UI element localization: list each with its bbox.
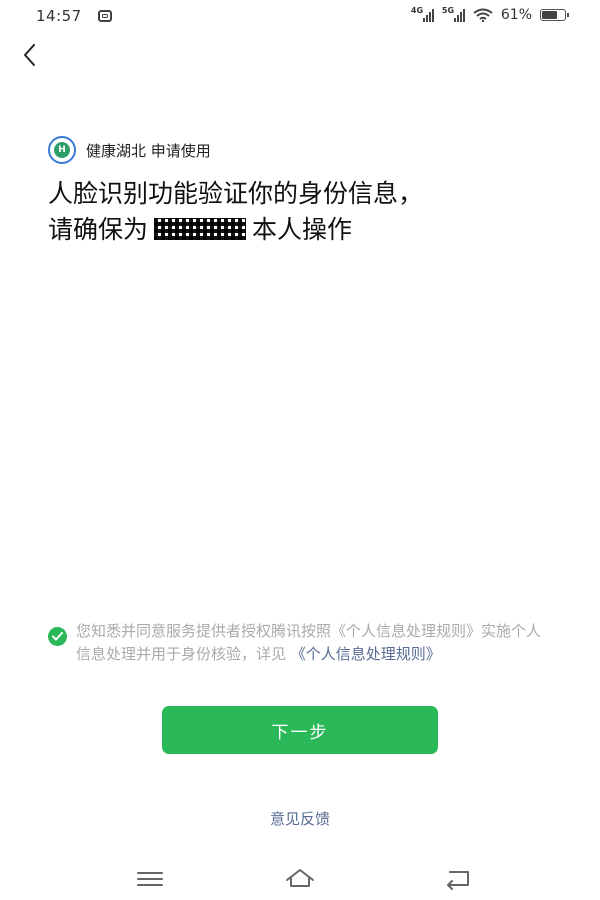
- feedback-link[interactable]: 意见反馈: [0, 808, 600, 829]
- battery-fill: [542, 11, 557, 19]
- nav-back-button[interactable]: [441, 864, 475, 892]
- privacy-rules-link[interactable]: 《个人信息处理规则》: [291, 645, 441, 663]
- masked-user-name: [154, 218, 247, 240]
- home-icon: [286, 869, 314, 887]
- battery-icon: [540, 9, 569, 21]
- wifi-icon: [473, 8, 493, 22]
- back-button[interactable]: [16, 40, 46, 70]
- app-request-text: 申请使用: [150, 141, 211, 160]
- consent-section: 您知悉并同意服务提供者授权腾讯按照《个人信息处理规则》实施个人信息处理并用于身份…: [48, 620, 548, 666]
- status-indicators: 4G 5G 61%: [410, 6, 569, 23]
- title-line-2-prefix: 请确保为: [48, 215, 149, 244]
- nav-home-button[interactable]: [283, 864, 317, 892]
- page-title: 人脸识别功能验证你的身份信息， 请确保为 本人操作: [48, 176, 568, 248]
- next-step-button[interactable]: 下一步: [162, 706, 438, 754]
- status-time: 14:57: [36, 7, 82, 25]
- app-logo-mark: H: [54, 142, 70, 158]
- app-logo: H: [48, 136, 76, 164]
- system-nav-bar: [0, 860, 600, 896]
- back-nav-icon: [447, 871, 469, 890]
- signal-5g-icon: 5G: [441, 6, 465, 22]
- title-line-2: 请确保为 本人操作: [48, 212, 568, 248]
- chevron-left-icon: [24, 44, 35, 66]
- title-line-1: 人脸识别功能验证你的身份信息，: [48, 179, 424, 208]
- notification-app-icon: [98, 10, 112, 22]
- nav-menu-button[interactable]: [133, 864, 167, 892]
- signal-4g-icon: 4G: [410, 6, 434, 22]
- app-request-row: H 健康湖北 申请使用: [48, 136, 211, 164]
- menu-icon: [137, 872, 163, 886]
- network-type-1: 4G: [410, 6, 424, 15]
- app-name: 健康湖北: [86, 141, 147, 160]
- title-line-2-suffix: 本人操作: [252, 215, 353, 244]
- consent-checkbox[interactable]: [48, 627, 67, 646]
- checkmark-icon: [52, 632, 63, 641]
- consent-text-block: 您知悉并同意服务提供者授权腾讯按照《个人信息处理规则》实施个人信息处理并用于身份…: [76, 620, 548, 666]
- status-bar: 14:57 4G 5G 61%: [0, 0, 600, 34]
- network-type-2: 5G: [441, 6, 455, 15]
- battery-percent: 61%: [500, 7, 532, 23]
